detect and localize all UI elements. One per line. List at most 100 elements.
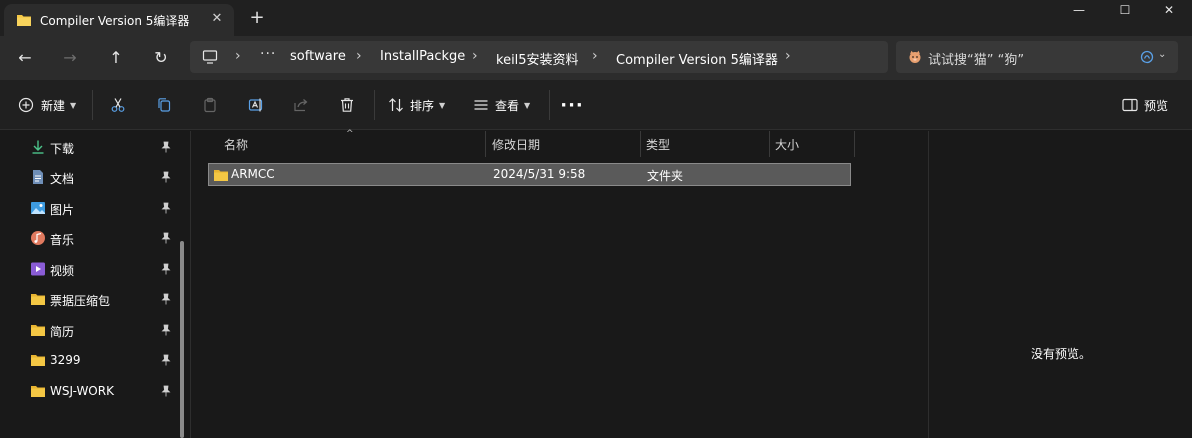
column-header-name[interactable]: 名称: [224, 136, 248, 153]
toolbar-divider: [92, 90, 93, 120]
pin-icon[interactable]: [160, 171, 172, 183]
breadcrumb-separator[interactable]: ›: [356, 48, 362, 64]
search-box[interactable]: 试试搜“猫” “狗” ⌄: [896, 41, 1178, 73]
sidebar-item-label: 视频: [50, 264, 75, 278]
rename-button[interactable]: [242, 92, 270, 118]
sidebar-item-music[interactable]: 音乐: [0, 224, 178, 252]
column-divider[interactable]: [769, 131, 770, 157]
pin-icon[interactable]: [160, 232, 172, 244]
new-button-label: 新建: [41, 98, 66, 113]
copilot-icon[interactable]: [1140, 50, 1154, 64]
breadcrumb-separator[interactable]: ›: [785, 48, 791, 64]
preview-pane-button[interactable]: 预览: [1122, 92, 1168, 118]
sidebar-item-documents[interactable]: 文档: [0, 163, 178, 191]
pet-icon: [909, 50, 921, 63]
sidebar-item-videos[interactable]: 视频: [0, 255, 178, 283]
toolbar-divider: [374, 90, 375, 120]
sidebar-item-resume[interactable]: 简历: [0, 316, 178, 344]
column-divider[interactable]: [640, 131, 641, 157]
new-button[interactable]: 新建 ▼: [18, 92, 76, 118]
pin-icon[interactable]: [160, 202, 172, 214]
sidebar-item-label: 下载: [50, 142, 75, 156]
breadcrumb-keil5[interactable]: keil5安装资料: [496, 49, 579, 68]
column-header-type[interactable]: 类型: [646, 136, 670, 153]
view-list-icon: [474, 100, 488, 110]
paste-button[interactable]: [196, 92, 224, 118]
up-button[interactable]: ↑: [102, 44, 130, 72]
sidebar-item-label: WSJ-WORK: [50, 384, 114, 398]
sort-button[interactable]: 排序 ▼: [388, 92, 445, 118]
download-icon: [32, 140, 44, 154]
pin-icon[interactable]: [160, 141, 172, 153]
sidebar-scrollbar-thumb[interactable]: [180, 241, 184, 438]
chevron-down-icon: ▼: [439, 100, 446, 110]
folder-icon: [31, 386, 45, 397]
copy-button[interactable]: [150, 92, 178, 118]
view-button-label: 查看: [495, 98, 520, 113]
new-tab-button[interactable]: +: [246, 7, 268, 29]
forward-button[interactable]: →: [56, 44, 84, 72]
refresh-button[interactable]: ↻: [147, 44, 175, 72]
address-bar[interactable]: › ··· software › InstallPackge › keil5安装…: [190, 41, 888, 73]
view-button[interactable]: 查看 ▼: [473, 92, 530, 118]
plus-circle-icon: [18, 97, 34, 113]
title-bar: Compiler Version 5编译器 ✕ + — ☐ ✕: [0, 0, 1192, 36]
pin-icon[interactable]: [160, 293, 172, 305]
folder-icon: [17, 15, 31, 26]
sidebar-item-label: 简历: [50, 325, 75, 339]
trash-icon: [341, 98, 353, 112]
breadcrumb-separator[interactable]: ›: [472, 48, 478, 64]
toolbar-divider: [549, 90, 550, 120]
share-button[interactable]: [287, 92, 315, 118]
column-header-size[interactable]: 大小: [775, 136, 799, 153]
sidebar-item-label: 票据压缩包: [50, 294, 111, 308]
folder-icon: [31, 325, 45, 336]
back-button[interactable]: ←: [11, 44, 39, 72]
cut-button[interactable]: [104, 92, 132, 118]
column-header-modified[interactable]: 修改日期: [492, 136, 540, 153]
sidebar-item-wsj-work[interactable]: WSJ-WORK: [0, 377, 178, 405]
sidebar-item-3299[interactable]: 3299: [0, 346, 178, 374]
sidebar-item-label: 3299: [50, 353, 81, 367]
breadcrumb-installpackge[interactable]: InstallPackge: [380, 49, 465, 64]
sidebar-item-downloads[interactable]: 下载: [0, 133, 178, 161]
maximize-button[interactable]: ☐: [1102, 0, 1148, 20]
chevron-down-icon: ▼: [524, 100, 531, 110]
tab-title: Compiler Version 5编译器: [40, 14, 190, 28]
sort-button-label: 排序: [410, 98, 435, 113]
navigation-bar: ← → ↑ ↻ › ··· software › InstallPackge ›…: [0, 36, 1192, 80]
more-options-button[interactable]: ···: [558, 92, 586, 118]
tab-current-folder[interactable]: Compiler Version 5编译器 ✕: [4, 4, 234, 36]
sidebar-item-label: 音乐: [50, 233, 75, 247]
clipboard-icon: [204, 97, 216, 113]
breadcrumb-separator: ›: [235, 48, 241, 64]
pin-icon[interactable]: [160, 324, 172, 336]
command-bar: 新建 ▼ 排序 ▼ 查看 ▼ ··· 预览: [0, 80, 1192, 130]
pin-icon[interactable]: [160, 354, 172, 366]
breadcrumb-compiler[interactable]: Compiler Version 5编译器: [616, 49, 778, 68]
table-row[interactable]: ARMCC 2024/5/31 9:58 文件夹: [208, 163, 851, 186]
window-close-button[interactable]: ✕: [1146, 0, 1192, 20]
sidebar-item-label: 图片: [50, 203, 75, 217]
pin-icon[interactable]: [160, 263, 172, 275]
search-input[interactable]: 试试搜“猫” “狗”: [928, 49, 1024, 68]
rename-icon: [248, 98, 263, 112]
navigation-pane: 下载 文档 图片 音乐 视频 票据压缩包 简历 3299 WSJ-WORK: [0, 131, 190, 438]
delete-button[interactable]: [333, 92, 361, 118]
chevron-down-icon[interactable]: ⌄: [1158, 49, 1166, 60]
music-icon: [31, 231, 45, 245]
column-divider[interactable]: [485, 131, 486, 157]
minimize-button[interactable]: —: [1056, 0, 1102, 20]
computer-icon: [202, 50, 218, 64]
folder-icon: [31, 294, 45, 305]
sidebar-item-pictures[interactable]: 图片: [0, 194, 178, 222]
tab-close-button[interactable]: ✕: [207, 9, 227, 29]
pin-icon[interactable]: [160, 385, 172, 397]
share-icon: [294, 99, 308, 112]
breadcrumb-software[interactable]: software: [290, 49, 346, 64]
breadcrumb-separator[interactable]: ›: [592, 48, 598, 64]
breadcrumb-more-button[interactable]: ···: [260, 46, 276, 62]
column-divider[interactable]: [854, 131, 855, 157]
sidebar-item-receipts-archive[interactable]: 票据压缩包: [0, 285, 178, 313]
copy-icon: [158, 98, 171, 112]
